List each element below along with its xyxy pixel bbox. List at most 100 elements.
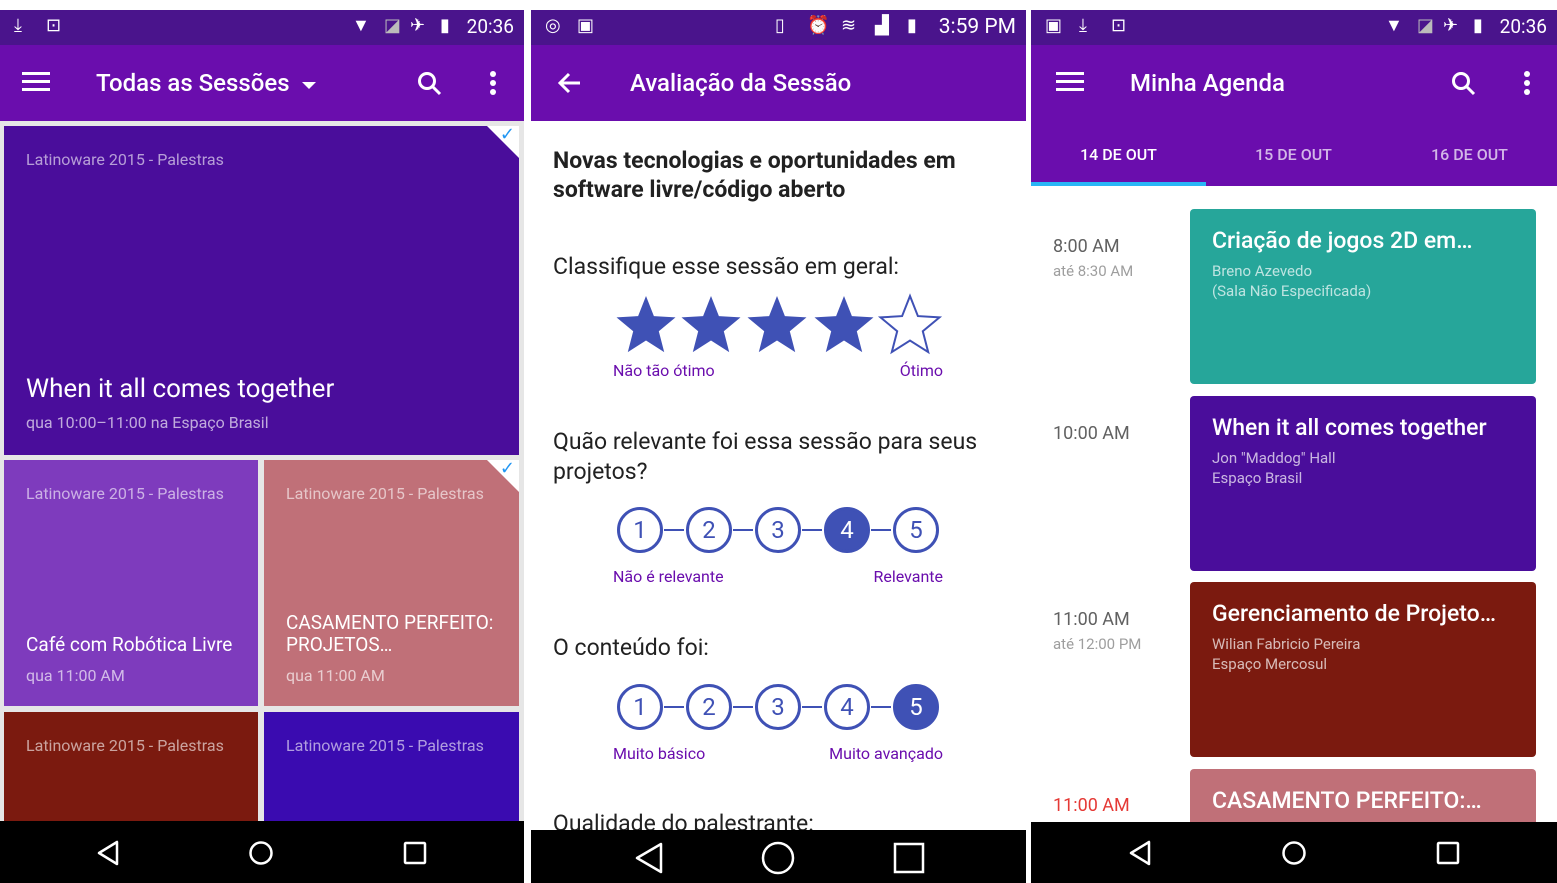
question-speaker: Qualidade do palestrante: <box>553 810 814 830</box>
home-nav-icon[interactable] <box>1281 840 1307 866</box>
scale-option[interactable]: 1 <box>617 684 663 730</box>
agenda-details: Breno Azevedo (Sala Não Especificada) <box>1212 261 1371 301</box>
app-bar: Minha Agenda <box>1031 45 1557 186</box>
scale-connector <box>871 529 891 531</box>
star-icon <box>616 296 676 353</box>
scale-low-label: Não é relevante <box>613 567 724 586</box>
card-title: When it all comes together <box>26 374 335 404</box>
stars-svg[interactable] <box>613 293 943 355</box>
save-icon: ⊡ <box>1111 15 1127 36</box>
recents-nav-icon[interactable] <box>403 841 427 865</box>
scale-option[interactable]: 2 <box>686 507 732 553</box>
session-card[interactable]: Latinoware 2015 - Palestras Café com Rob… <box>4 460 258 706</box>
scale-option[interactable]: 1 <box>617 507 663 553</box>
alarm-icon: ⏰ <box>807 15 830 36</box>
scale-connector <box>664 529 684 531</box>
agenda-speaker: Wilian Fabricio Pereira <box>1212 635 1361 653</box>
agenda-room: Espaço Brasil <box>1212 469 1303 487</box>
agenda-card[interactable]: Criação de jogos 2D em… Breno Azevedo (Sa… <box>1190 209 1536 384</box>
download-icon: ⤓ <box>14 15 22 36</box>
status-bar: ◎ ▣ ▯ ⏰ ≋ ▟ ▮ 3:59 PM <box>531 10 1026 45</box>
agenda-details: Jon "Maddog" Hall Espaço Brasil <box>1212 448 1335 488</box>
airplane-icon: ✈ <box>410 15 426 36</box>
save-icon: ⊡ <box>46 15 62 36</box>
menu-icon[interactable] <box>1056 71 1084 93</box>
end-time: até 12:00 PM <box>1053 635 1142 653</box>
scale-option-selected[interactable]: 5 <box>893 684 939 730</box>
more-icon[interactable] <box>488 70 498 98</box>
home-nav-icon[interactable] <box>761 841 795 875</box>
agenda-title: Criação de jogos 2D em… <box>1212 227 1473 254</box>
agenda-card[interactable]: CASAMENTO PERFEITO:… <box>1190 769 1536 822</box>
scale-option[interactable]: 3 <box>755 507 801 553</box>
recents-nav-icon[interactable] <box>893 842 925 874</box>
card-category: Latinoware 2015 - Palestras <box>286 484 484 503</box>
scale-option[interactable]: 3 <box>755 684 801 730</box>
session-grid: Latinoware 2015 - Palestras When it all … <box>0 121 524 822</box>
screen-session-feedback: ◎ ▣ ▯ ⏰ ≋ ▟ ▮ 3:59 PM Avaliação da Sessã… <box>531 0 1026 883</box>
status-bar: ▣ ⤓ ⊡ ▼ ◪ ✈ ▮ 20:36 <box>1031 10 1557 45</box>
tab-14-out[interactable]: 14 DE OUT <box>1031 145 1206 164</box>
card-category: Latinoware 2015 - Palestras <box>26 736 224 755</box>
airplane-icon: ✈ <box>1443 15 1459 36</box>
image-icon: ▣ <box>577 15 595 36</box>
scale-low-label: Muito básico <box>613 744 706 763</box>
agenda-card[interactable]: Gerenciamento de Projeto… Wilian Fabrici… <box>1190 582 1536 757</box>
recents-nav-icon[interactable] <box>1436 841 1460 865</box>
screen-title-dropdown[interactable]: Todas as Sessões <box>96 67 290 99</box>
back-arrow-icon[interactable] <box>557 71 581 95</box>
menu-icon[interactable] <box>22 71 50 93</box>
signal-icon: ▟ <box>875 15 889 36</box>
scale-connector <box>664 706 684 708</box>
check-icon: ✓ <box>499 126 515 145</box>
scale-connector <box>733 706 753 708</box>
session-card[interactable]: Latinoware 2015 - Palestras <box>4 712 258 822</box>
star-rating[interactable] <box>613 293 943 359</box>
scale-option[interactable]: 5 <box>893 507 939 553</box>
session-card[interactable]: Latinoware 2015 - Palestras <box>264 712 519 822</box>
start-time-now: 11:00 AM <box>1053 795 1130 816</box>
scale-connector <box>802 529 822 531</box>
more-icon[interactable] <box>1522 70 1532 98</box>
session-card[interactable]: Latinoware 2015 - Palestras CASAMENTO PE… <box>264 460 519 706</box>
search-icon[interactable] <box>1451 71 1477 97</box>
tab-16-out[interactable]: 16 DE OUT <box>1382 145 1557 164</box>
card-meta: qua 11:00 AM <box>26 666 125 685</box>
tab-15-out[interactable]: 15 DE OUT <box>1206 145 1381 164</box>
card-title: CASAMENTO PERFEITO: PROJETOS… <box>286 611 494 656</box>
card-category: Latinoware 2015 - Palestras <box>286 736 484 755</box>
screen-title: Avaliação da Sessão <box>630 69 852 97</box>
question-content: O conteúdo foi: <box>553 634 709 661</box>
wifi-icon: ≋ <box>841 15 857 36</box>
back-nav-icon[interactable] <box>1128 840 1152 866</box>
scale-option[interactable]: 4 <box>824 684 870 730</box>
agenda-card[interactable]: When it all comes together Jon "Maddog" … <box>1190 396 1536 571</box>
session-title: Novas tecnologias e oportunidades em sof… <box>553 147 956 203</box>
relevance-scale: 1 2 3 4 5 <box>617 507 947 553</box>
back-nav-icon[interactable] <box>96 840 120 866</box>
scale-high-label: Ótimo <box>899 361 943 380</box>
session-card[interactable]: Latinoware 2015 - Palestras When it all … <box>4 126 519 455</box>
card-meta: qua 11:00 AM <box>286 666 385 685</box>
status-bar: ⤓ ⊡ ▼ ◪ ✈ ▮ 20:36 <box>0 10 524 45</box>
battery-icon: ▮ <box>440 15 450 36</box>
battery-icon: ▮ <box>1473 15 1483 36</box>
back-nav-icon[interactable] <box>634 842 664 874</box>
home-nav-icon[interactable] <box>248 840 274 866</box>
feedback-content: Novas tecnologias e oportunidades em sof… <box>531 121 1026 830</box>
star-icon <box>681 296 741 353</box>
start-time: 8:00 AM <box>1053 236 1120 257</box>
agenda-title: CASAMENTO PERFEITO:… <box>1212 787 1482 814</box>
dropdown-icon[interactable] <box>302 82 316 90</box>
scale-connector <box>871 706 891 708</box>
agenda-title: Gerenciamento de Projeto… <box>1212 600 1496 627</box>
start-time: 10:00 AM <box>1053 423 1130 444</box>
search-icon[interactable] <box>417 71 443 97</box>
card-title: Café com Robótica Livre <box>26 633 233 656</box>
end-time: até 8:30 AM <box>1053 262 1134 280</box>
scale-option[interactable]: 2 <box>686 684 732 730</box>
agenda-list: 8:00 AM até 8:30 AM Criação de jogos 2D … <box>1031 186 1557 822</box>
wifi-icon: ▼ <box>1385 15 1403 36</box>
scale-option-selected[interactable]: 4 <box>824 507 870 553</box>
check-icon: ✓ <box>499 460 515 479</box>
